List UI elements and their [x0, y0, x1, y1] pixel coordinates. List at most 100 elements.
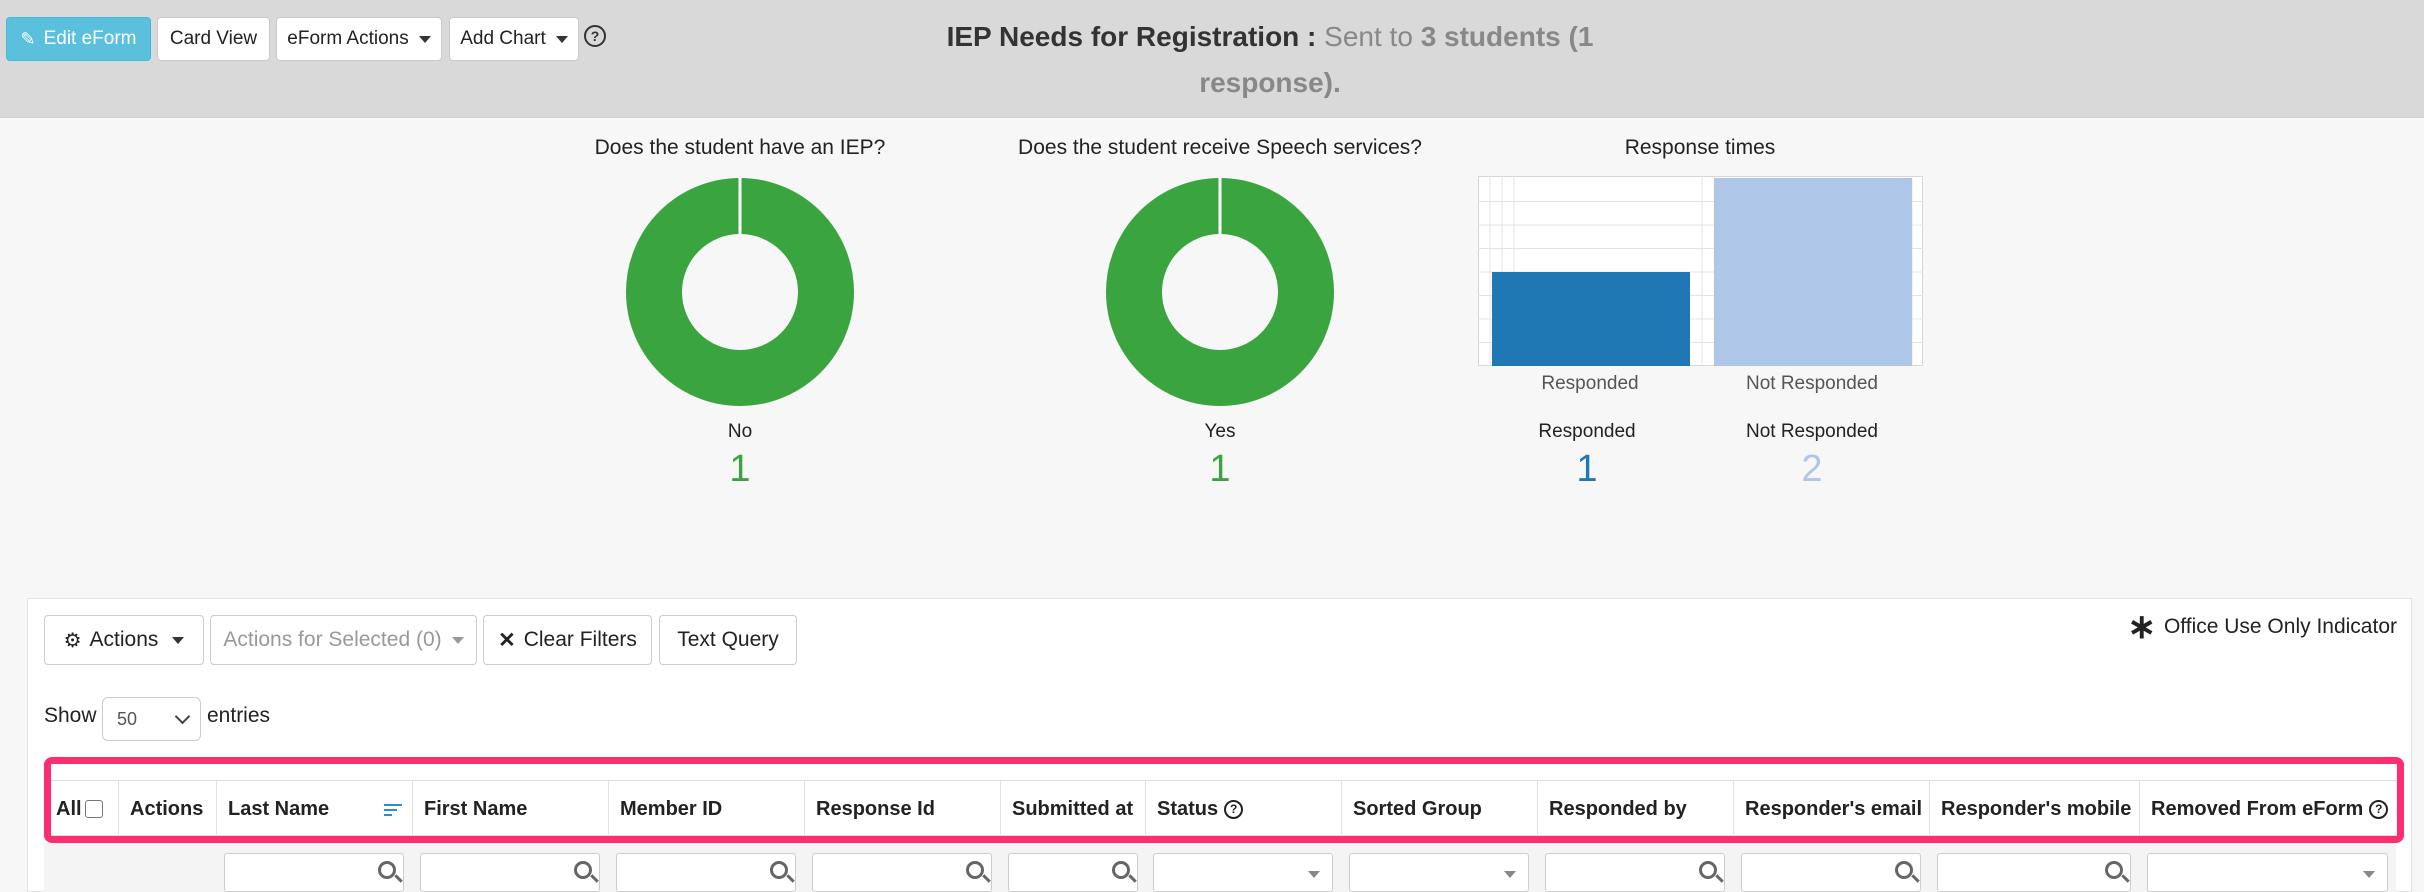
filter-responder-email-input[interactable] [1741, 853, 1921, 892]
column-header-first-name[interactable]: First Name [412, 781, 608, 837]
column-header-responder-email[interactable]: Responder's email [1733, 781, 1929, 837]
filter-sorted-group-select[interactable] [1349, 853, 1529, 892]
actions-dropdown[interactable]: ⚙ Actions [44, 615, 204, 665]
actions-for-selected-dropdown[interactable]: Actions for Selected (0) [210, 615, 477, 665]
caret-down-icon [1308, 871, 1320, 878]
filter-responder-mobile-input[interactable] [1937, 853, 2131, 892]
help-icon[interactable]: ? [1224, 799, 1244, 819]
legend-value-responded: 1 [1576, 448, 1598, 490]
bar-not-responded[interactable] [1714, 178, 1912, 366]
column-label: Submitted at [1012, 797, 1134, 820]
search-icon [1699, 861, 1717, 879]
column-label: Responder's email [1745, 797, 1923, 820]
filter-member-id-input[interactable] [616, 853, 796, 892]
donut-chart-iep[interactable] [624, 176, 856, 408]
chevron-down-icon [174, 708, 191, 725]
edit-icon: ✎ [20, 28, 36, 49]
response-count: response). [1199, 67, 1341, 98]
column-header-member-id[interactable]: Member ID [608, 781, 804, 837]
search-icon [574, 861, 592, 879]
column-header-sorted-group[interactable]: Sorted Group [1341, 781, 1537, 837]
recipient-count: 3 students (1 [1420, 21, 1594, 52]
clear-filters-label: Clear Filters [523, 628, 637, 651]
search-icon [770, 861, 788, 879]
chart-title-iep: Does the student have an IEP? [594, 136, 886, 159]
asterisk-icon: ∗ [2127, 608, 2156, 646]
actions-for-selected-label: Actions for Selected (0) [223, 628, 442, 651]
column-label: Responded by [1549, 797, 1687, 820]
filter-response-id-input[interactable] [812, 853, 992, 892]
page-title: IEP Needs for Registration : Sent to 3 s… [880, 14, 1660, 106]
sort-icon[interactable] [384, 804, 402, 819]
search-icon [966, 861, 984, 879]
caret-down-icon [451, 636, 464, 644]
search-icon [1895, 861, 1913, 879]
column-label: Responder's mobile [1941, 797, 2132, 820]
column-header-status[interactable]: Status ? [1145, 781, 1341, 837]
column-label: Last Name [228, 797, 330, 820]
eform-actions-dropdown[interactable]: eForm Actions [276, 17, 442, 61]
column-header-responder-mobile[interactable]: Responder's mobile [1929, 781, 2139, 837]
chart-title-response-times: Response times [1624, 136, 1776, 159]
gear-icon: ⚙ [63, 629, 82, 652]
card-view-label: Card View [169, 28, 258, 49]
chart-value-speech: 1 [1209, 448, 1231, 490]
caret-down-icon [2363, 871, 2375, 878]
filter-removed-select[interactable] [2147, 853, 2388, 892]
bar-chart-response-times[interactable] [1478, 176, 1923, 370]
office-use-label: Office Use Only Indicator [2163, 615, 2397, 638]
column-header-responded-by[interactable]: Responded by [1537, 781, 1733, 837]
card-view-button[interactable]: Card View [157, 17, 270, 61]
search-icon [2105, 861, 2123, 879]
filter-last-name-input[interactable] [224, 853, 404, 892]
filter-row [44, 843, 2396, 892]
search-icon [1112, 861, 1130, 879]
add-chart-label: Add Chart [460, 28, 546, 49]
caret-down-icon [172, 636, 185, 644]
caret-down-icon [1504, 871, 1516, 878]
entries-label: entries [207, 704, 271, 727]
actions-label: Actions [89, 628, 159, 651]
text-query-button[interactable]: Text Query [659, 615, 797, 665]
legend-label-not-responded: Not Responded [1745, 421, 1879, 442]
chart-value-iep: 1 [729, 448, 751, 490]
text-query-label: Text Query [677, 628, 779, 651]
column-label: First Name [424, 797, 528, 820]
sent-to-text: Sent to [1324, 21, 1421, 52]
filter-first-name-input[interactable] [420, 853, 600, 892]
column-label: Removed From eForm [2151, 797, 2364, 820]
filter-responded-by-input[interactable] [1545, 853, 1725, 892]
filter-status-select[interactable] [1153, 853, 1333, 892]
table-header: All Actions Last Name First Name Member … [44, 780, 2396, 837]
bar-category-label: Not Responded [1745, 373, 1879, 394]
eform-actions-label: eForm Actions [287, 28, 409, 49]
edit-eform-label: Edit eForm [43, 28, 137, 49]
select-all-checkbox[interactable] [84, 800, 103, 818]
column-header-select-all[interactable]: All [44, 781, 118, 837]
form-name: IEP Needs for Registration [946, 21, 1300, 52]
legend-value-not-responded: 2 [1801, 448, 1823, 490]
chart-title-speech: Does the student receive Speech services… [1018, 136, 1422, 159]
close-icon: ✕ [498, 628, 516, 652]
column-header-response-id[interactable]: Response Id [804, 781, 1000, 837]
column-header-removed-from-eform[interactable]: Removed From eForm ? [2139, 781, 2396, 837]
column-header-submitted-at[interactable]: Submitted at [1000, 781, 1145, 837]
bar-responded[interactable] [1492, 272, 1690, 366]
column-header-actions: Actions [118, 781, 216, 837]
clear-filters-button[interactable]: ✕ Clear Filters [483, 615, 652, 665]
help-icon[interactable]: ? [2369, 799, 2389, 819]
office-use-indicator: ∗ Office Use Only Indicator [2127, 608, 2397, 646]
help-icon[interactable]: ? [584, 25, 606, 47]
chart-label-iep: No [727, 421, 753, 442]
filter-submitted-at-input[interactable] [1008, 853, 1138, 892]
bar-category-label: Responded [1541, 373, 1639, 394]
column-header-last-name[interactable]: Last Name [216, 781, 412, 837]
column-label: Response Id [816, 797, 935, 820]
entries-per-page-select[interactable]: 50 [102, 697, 201, 741]
add-chart-dropdown[interactable]: Add Chart [449, 17, 579, 61]
caret-down-icon [418, 35, 431, 43]
column-label: All [56, 797, 82, 820]
column-label: Member ID [620, 797, 723, 820]
edit-eform-button[interactable]: ✎ Edit eForm [6, 17, 151, 61]
donut-chart-speech[interactable] [1104, 176, 1336, 408]
